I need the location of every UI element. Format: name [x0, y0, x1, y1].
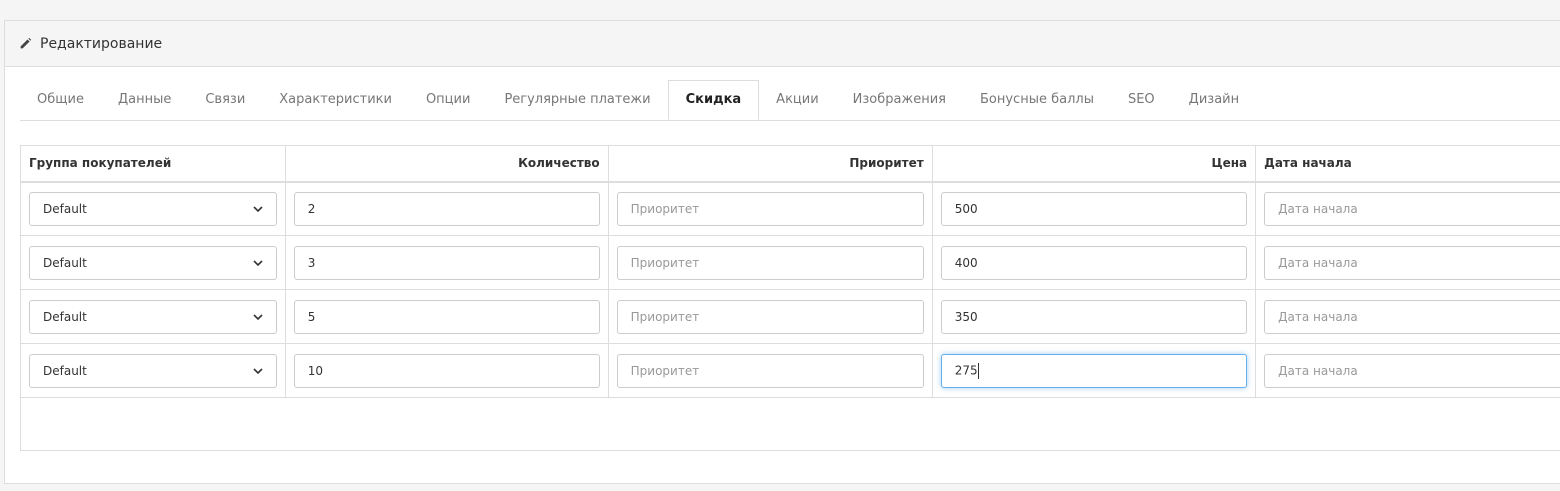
price-input[interactable]: 275 — [940, 353, 1248, 388]
chevron-down-icon — [253, 206, 263, 212]
tab-2[interactable]: Связи — [188, 80, 262, 119]
price-input[interactable]: 350 — [940, 299, 1248, 334]
col-customer-group: Группа покупателей — [20, 145, 286, 183]
date-start-input[interactable]: Дата начала — [1264, 299, 1560, 334]
col-price: Цена — [931, 145, 1257, 183]
tab-1[interactable]: Данные — [101, 80, 188, 119]
chevron-down-icon — [253, 367, 263, 374]
tab-6[interactable]: Скидка — [667, 80, 760, 120]
tab-10[interactable]: SEO — [1111, 80, 1172, 119]
pencil-icon — [20, 37, 32, 49]
panel-header: Редактирование — [5, 21, 1560, 67]
price-input[interactable]: 500 — [940, 191, 1248, 226]
price-input[interactable]: 400 — [940, 245, 1248, 280]
customer-group-select[interactable]: Default — [29, 191, 277, 226]
customer-group-select[interactable]: Default — [29, 353, 277, 388]
chevron-down-icon — [253, 313, 263, 320]
tab-3[interactable]: Характеристики — [262, 80, 409, 119]
quantity-input[interactable]: 3 — [293, 245, 600, 280]
tab-bar: Общие Данные Связи Характеристики Опции Регул… — [20, 80, 1560, 121]
priority-input[interactable]: Приоритет — [616, 245, 924, 280]
table-row: Default 3 Приоритет 400 Дата начала — [20, 235, 1560, 290]
quantity-input[interactable]: 2 — [293, 191, 600, 226]
tab-4[interactable]: Опции — [409, 80, 487, 119]
table-row: Default 2 Приоритет 500 Дата начала — [20, 181, 1560, 236]
discount-table: Группа покупателей Количество Приоритет … — [20, 145, 1560, 451]
table-row: Default 5 Приоритет 350 Дата начала — [20, 289, 1560, 344]
customer-group-select[interactable]: Default — [29, 299, 277, 334]
customer-group-select[interactable]: Default — [29, 245, 277, 280]
quantity-input[interactable]: 5 — [293, 299, 600, 334]
tab-5[interactable]: Регулярные платежи — [487, 80, 667, 119]
table-row: Default 10 Приоритет 275 Дата начала — [20, 343, 1560, 398]
col-date-start: Дата начала — [1255, 145, 1560, 183]
date-start-input[interactable]: Дата начала — [1264, 245, 1560, 280]
tab-9[interactable]: Бонусные баллы — [963, 80, 1111, 119]
tab-11[interactable]: Дизайн — [1172, 80, 1256, 119]
text-cursor — [977, 362, 979, 379]
priority-input[interactable]: Приоритет — [616, 299, 924, 334]
panel-title: Редактирование — [40, 35, 163, 52]
quantity-input[interactable]: 10 — [293, 353, 600, 388]
priority-input[interactable]: Приоритет — [616, 191, 924, 226]
priority-input[interactable]: Приоритет — [616, 353, 924, 388]
table-footer-row — [20, 397, 1560, 451]
chevron-down-icon — [253, 259, 263, 266]
tab-7[interactable]: Акции — [759, 80, 836, 119]
col-priority: Приоритет — [607, 145, 933, 183]
tab-0[interactable]: Общие — [20, 80, 101, 119]
col-quantity: Количество — [284, 145, 609, 183]
date-start-input[interactable]: Дата начала — [1264, 191, 1560, 226]
date-start-input[interactable]: Дата начала — [1264, 353, 1560, 388]
tab-8[interactable]: Изображения — [836, 80, 963, 119]
edit-panel: Редактирование Общие Данные Связи Характери… — [4, 20, 1560, 484]
